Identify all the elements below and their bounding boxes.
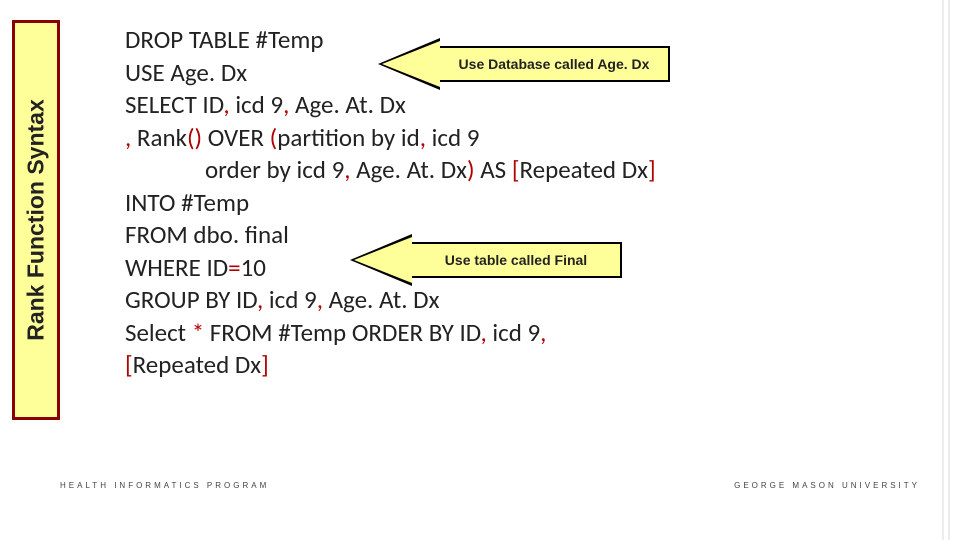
callout-arrow-database: Use Database called Age. Dx: [378, 38, 678, 90]
code-text: icd 9: [230, 89, 283, 120]
punct-bracket: [: [125, 349, 133, 380]
code-text: partition by id: [277, 122, 420, 153]
code-line: order by icd 9, Age. At. Dx) AS [Repeate…: [125, 154, 925, 187]
code-text: order by icd 9: [205, 154, 344, 185]
code-line: , Rank() OVER (partition by id, icd 9: [125, 122, 925, 155]
arrow-head-fill: [382, 41, 440, 87]
punct-bracket: ]: [648, 154, 656, 185]
punct-bracket: [: [512, 154, 520, 185]
punct-star: *: [192, 317, 204, 348]
code-line: INTO #Temp: [125, 187, 925, 220]
punct-paren: ): [467, 154, 475, 185]
code-text: icd 9: [426, 122, 479, 153]
code-text: icd 9: [487, 317, 540, 348]
callout-label: Use table called Final: [412, 242, 622, 278]
code-text: WHERE ID: [125, 252, 228, 283]
side-label-text: Rank Function Syntax: [23, 99, 50, 341]
arrow-head-fill: [354, 237, 412, 283]
code-text: INTO #Temp: [125, 187, 249, 218]
punct-paren: (): [187, 122, 202, 153]
code-text: GROUP BY ID: [125, 284, 257, 315]
footer-right: GEORGE MASON UNIVERSITY: [734, 481, 920, 490]
code-text: AS: [475, 154, 512, 185]
code-text: OVER: [202, 122, 270, 153]
callout-arrow-table: Use table called Final: [350, 234, 630, 286]
code-text: FROM #Temp ORDER BY ID: [204, 317, 480, 348]
code-text: Select: [125, 317, 192, 348]
side-label-box: Rank Function Syntax: [12, 20, 60, 420]
code-text: icd 9: [263, 284, 316, 315]
code-line: GROUP BY ID, icd 9, Age. At. Dx: [125, 284, 925, 317]
right-margin-decor: [940, 0, 960, 540]
code-line: SELECT ID, icd 9, Age. At. Dx: [125, 89, 925, 122]
code-text: DROP TABLE #Temp: [125, 24, 323, 55]
code-text: USE Age. Dx: [125, 57, 247, 88]
code-text: Age. At. Dx: [351, 154, 467, 185]
slide: Rank Function Syntax DROP TABLE #Temp US…: [0, 0, 960, 540]
punct-bracket: ]: [261, 349, 269, 380]
punct-eq: =: [228, 252, 240, 283]
callout-label: Use Database called Age. Dx: [440, 46, 670, 82]
code-text: Age. At. Dx: [323, 284, 439, 315]
code-text: Repeated Dx: [520, 154, 648, 185]
code-text: 10: [241, 252, 266, 283]
code-text: Rank: [131, 122, 187, 153]
code-text: Repeated Dx: [133, 349, 261, 380]
code-line: [Repeated Dx]: [125, 349, 925, 382]
code-line: Select * FROM #Temp ORDER BY ID, icd 9,: [125, 317, 925, 350]
code-text: SELECT ID: [125, 89, 223, 120]
code-text: Age. At. Dx: [289, 89, 405, 120]
footer-left: HEALTH INFORMATICS PROGRAM: [60, 481, 269, 490]
punct-comma: ,: [540, 317, 546, 348]
code-text: FROM dbo. final: [125, 219, 289, 250]
